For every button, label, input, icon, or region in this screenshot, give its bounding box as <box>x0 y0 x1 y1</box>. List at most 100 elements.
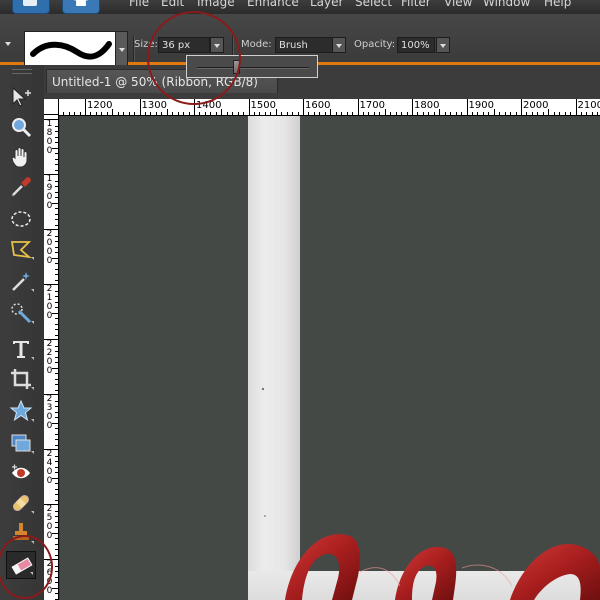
ruler-minor-tick <box>55 219 58 220</box>
ruler-minor-tick <box>52 147 58 149</box>
ruler-minor-tick <box>55 510 58 512</box>
menu-bar: File Edit Image Enhance Layer Select Fil… <box>0 0 600 14</box>
ruler-minor-tick <box>55 362 58 363</box>
ruler-minor-tick <box>548 109 550 115</box>
ruler-minor-tick <box>55 538 58 539</box>
menu-view[interactable]: View <box>444 0 472 9</box>
ruler-minor-tick <box>55 279 58 281</box>
menu-select[interactable]: Select <box>355 0 392 9</box>
ruler-minor-tick <box>55 246 58 248</box>
ruler-minor-tick <box>55 169 58 171</box>
ruler-minor-tick <box>55 499 58 501</box>
menu-window[interactable]: Window <box>483 0 530 9</box>
ruler-minor-tick <box>55 494 58 495</box>
size-slider-popup <box>186 55 318 78</box>
camera-icon[interactable] <box>12 0 50 14</box>
ruler-major-tick <box>248 99 250 115</box>
eraser-tool-icon[interactable] <box>6 551 36 579</box>
menu-image[interactable]: Image <box>197 0 235 9</box>
ruler-minor-tick <box>55 208 58 209</box>
move-tool-icon[interactable] <box>6 83 36 111</box>
ruler-minor-tick <box>542 112 544 115</box>
ruler-minor-tick <box>215 112 217 115</box>
ruler-minor-tick <box>55 318 58 319</box>
mode-select[interactable]: Brush <box>275 37 333 53</box>
quick-selection-tool-icon[interactable] <box>6 299 36 327</box>
ruler-tick-label: 1800 <box>414 100 440 111</box>
ruler-minor-tick <box>55 153 58 154</box>
ruler-minor-tick <box>559 112 561 115</box>
home-icon[interactable] <box>62 0 100 14</box>
image-canvas[interactable] <box>60 116 600 600</box>
opacity-dropdown-button[interactable] <box>436 37 450 53</box>
ruler-minor-tick <box>55 158 58 160</box>
zoom-tool-icon[interactable] <box>6 113 36 141</box>
ruler-origin[interactable] <box>44 99 59 115</box>
brush-preset-dropdown-button[interactable] <box>115 31 128 69</box>
ruler-minor-tick <box>172 112 174 115</box>
ruler-tick-label: 1700 <box>359 100 385 111</box>
menu-enhance[interactable]: Enhance <box>247 0 299 9</box>
size-slider-thumb[interactable] <box>232 60 240 74</box>
menu-edit[interactable]: Edit <box>161 0 184 9</box>
lasso-tool-icon[interactable] <box>6 235 36 263</box>
ruler-minor-tick <box>177 112 179 115</box>
ruler-minor-tick <box>286 112 288 115</box>
ruler-minor-tick <box>128 112 130 115</box>
red-curled-ribbon <box>261 387 600 600</box>
eyedropper-tool-icon[interactable] <box>6 173 36 201</box>
ruler-minor-tick <box>55 444 58 446</box>
menu-filter[interactable]: Filter <box>401 0 431 9</box>
ruler-minor-tick <box>471 112 473 115</box>
mode-dropdown-button[interactable] <box>332 37 346 53</box>
toolbox-grip[interactable] <box>12 69 32 74</box>
ruler-minor-tick <box>510 112 512 115</box>
crop-tool-icon[interactable] <box>6 365 36 393</box>
ruler-minor-tick <box>292 112 294 115</box>
ruler-minor-tick <box>63 112 65 115</box>
document-window: Untitled-1 @ 50% (Ribbon, RGB/8) 1200 130… <box>44 65 600 600</box>
preset-dropdown-icon[interactable] <box>5 42 11 46</box>
ruler-minor-tick <box>379 112 381 115</box>
ruler-minor-tick <box>55 274 58 275</box>
size-field[interactable]: 36 px <box>158 37 210 53</box>
horizontal-ruler[interactable]: 1200 1300 1400 1500 1600 1700 1800 1900 2000 2100 <box>59 99 600 116</box>
menu-layer[interactable]: Layer <box>310 0 343 9</box>
red-eye-tool-icon[interactable] <box>6 459 36 487</box>
type-tool-icon[interactable] <box>6 335 36 363</box>
ruler-minor-tick <box>155 112 157 115</box>
ruler-minor-tick <box>55 516 58 517</box>
size-slider-track[interactable] <box>197 67 309 69</box>
straighten-tool-icon[interactable] <box>6 429 36 457</box>
menu-help[interactable]: Help <box>544 0 571 9</box>
marquee-tool-icon[interactable] <box>6 205 36 233</box>
ruler-minor-tick <box>55 296 58 297</box>
ruler-minor-tick <box>55 439 58 440</box>
ruler-minor-tick <box>55 290 58 292</box>
ruler-minor-tick <box>428 112 430 115</box>
ruler-minor-tick <box>55 268 58 270</box>
ruler-minor-tick <box>308 112 310 115</box>
ruler-minor-tick <box>55 549 58 550</box>
magic-wand-tool-icon[interactable] <box>6 267 36 295</box>
vertical-ruler[interactable]: 180019002000210022002300240025002600 <box>44 115 59 600</box>
ruler-minor-tick <box>79 112 81 115</box>
ruler-minor-tick <box>55 411 58 413</box>
clone-stamp-tool-icon[interactable] <box>6 519 36 547</box>
healing-brush-tool-icon[interactable] <box>6 489 36 517</box>
menu-file[interactable]: File <box>129 0 149 9</box>
hand-tool-icon[interactable] <box>6 143 36 171</box>
ruler-minor-tick <box>55 417 58 418</box>
ruler-minor-tick <box>319 112 321 115</box>
ruler-tick-label: 1300 <box>141 100 167 111</box>
ruler-minor-tick <box>55 345 58 347</box>
ruler-minor-tick <box>395 112 397 115</box>
ruler-minor-tick <box>183 112 185 115</box>
ruler-minor-tick <box>433 112 435 115</box>
ruler-minor-tick <box>55 241 58 242</box>
ruler-minor-tick <box>504 112 506 115</box>
size-dropdown-button[interactable] <box>210 37 224 53</box>
opacity-field[interactable]: 100% <box>397 37 435 53</box>
shape-tool-icon[interactable] <box>6 397 36 425</box>
ruler-minor-tick <box>362 112 364 115</box>
